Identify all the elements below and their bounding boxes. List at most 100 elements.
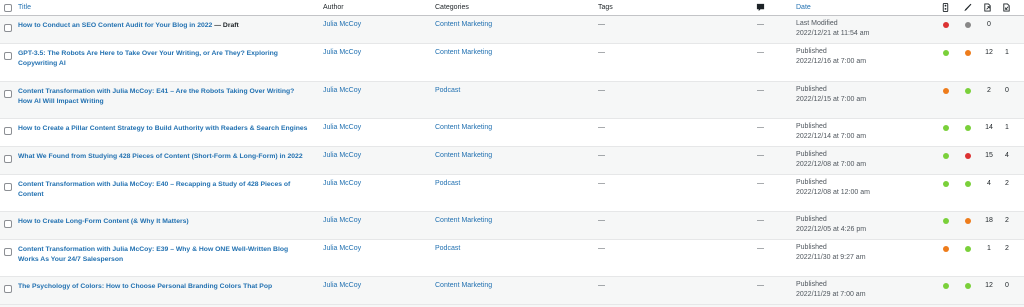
table-row: Content Transformation with Julia McCoy:… xyxy=(0,175,1024,212)
post-title-text[interactable]: GPT-3.5: The Robots Are Here to Take Ove… xyxy=(18,50,278,67)
post-author-link[interactable]: Julia McCoy xyxy=(323,124,361,131)
post-title-link[interactable]: Content Transformation with Julia McCoy:… xyxy=(18,245,308,265)
post-status: Published xyxy=(796,48,827,55)
row-checkbox[interactable] xyxy=(4,183,12,191)
readability-indicator xyxy=(965,88,971,94)
post-date-cell: Published 2022/12/05 at 4:26 pm xyxy=(796,215,866,235)
post-title-text[interactable]: The Psychology of Colors: How to Choose … xyxy=(18,283,272,290)
post-date-cell: Published 2022/12/16 at 7:00 am xyxy=(796,47,866,67)
post-category-link[interactable]: Content Marketing xyxy=(435,217,492,224)
post-title-cell: Content Transformation with Julia McCoy:… xyxy=(18,87,308,107)
post-title-text[interactable]: How to Conduct an SEO Content Audit for … xyxy=(18,22,212,29)
post-author-link[interactable]: Julia McCoy xyxy=(323,152,361,159)
row-checkbox[interactable] xyxy=(4,52,12,60)
readability-indicator xyxy=(965,246,971,252)
row-checkbox[interactable] xyxy=(4,285,12,293)
table-header: Title Author Categories Tags Date xyxy=(0,0,1024,16)
readability-icon[interactable] xyxy=(963,3,972,12)
post-date-cell: Published 2022/12/08 at 7:00 am xyxy=(796,150,866,170)
seo-score-indicator xyxy=(943,181,949,187)
post-title-text[interactable]: How to Create a Pillar Content Strategy … xyxy=(18,125,307,132)
title-column-header[interactable]: Title xyxy=(18,4,31,11)
tags-column-header: Tags xyxy=(598,4,613,11)
post-date: 2022/12/15 at 7:00 am xyxy=(796,96,867,103)
incoming-links-count: 2 xyxy=(1005,245,1009,252)
post-title-link[interactable]: What We Found from Studying 428 Pieces o… xyxy=(18,152,308,162)
post-category-link[interactable]: Podcast xyxy=(435,87,460,94)
post-category-link[interactable]: Content Marketing xyxy=(435,49,492,56)
post-date-cell: Published 2022/11/30 at 9:27 am xyxy=(796,243,866,263)
post-category-link[interactable]: Podcast xyxy=(435,245,460,252)
table-row: How to Create a Pillar Content Strategy … xyxy=(0,119,1024,147)
incoming-links-count: 0 xyxy=(1005,87,1009,94)
post-title-text[interactable]: Content Transformation with Julia McCoy:… xyxy=(18,181,290,198)
post-status: Published xyxy=(796,281,827,288)
post-date-cell: Published 2022/12/14 at 7:00 am xyxy=(796,122,866,142)
post-title-link[interactable]: Content Transformation with Julia McCoy:… xyxy=(18,180,308,200)
post-category-link[interactable]: Podcast xyxy=(435,180,460,187)
post-date: 2022/11/29 at 7:00 am xyxy=(796,291,866,298)
post-title-cell: GPT-3.5: The Robots Are Here to Take Ove… xyxy=(18,49,308,69)
post-title-text[interactable]: Content Transformation with Julia McCoy:… xyxy=(18,88,294,105)
outgoing-links-count: 18 xyxy=(985,217,993,224)
post-category-link[interactable]: Content Marketing xyxy=(435,152,492,159)
post-state-label: — Draft xyxy=(212,22,239,29)
post-title-link[interactable]: How to Create Long-Form Content (& Why I… xyxy=(18,217,308,227)
row-checkbox[interactable] xyxy=(4,155,12,163)
post-title-cell: How to Create Long-Form Content (& Why I… xyxy=(18,217,308,227)
post-title-cell: The Psychology of Colors: How to Choose … xyxy=(18,282,308,292)
incoming-links-icon[interactable] xyxy=(1002,3,1011,12)
row-checkbox[interactable] xyxy=(4,127,12,135)
table-row: The Psychology of Colors: How to Choose … xyxy=(0,277,1024,305)
post-title-text[interactable]: How to Create Long-Form Content (& Why I… xyxy=(18,218,189,225)
table-row: GPT-3.5: The Robots Are Here to Take Ove… xyxy=(0,44,1024,82)
select-all-checkbox[interactable] xyxy=(4,4,12,12)
seo-score-icon[interactable] xyxy=(941,3,950,12)
row-checkbox[interactable] xyxy=(4,220,12,228)
table-row: What We Found from Studying 428 Pieces o… xyxy=(0,147,1024,175)
post-author-link[interactable]: Julia McCoy xyxy=(323,282,361,289)
post-title-link[interactable]: How to Conduct an SEO Content Audit for … xyxy=(18,21,308,31)
outgoing-links-count: 0 xyxy=(987,21,991,28)
row-checkbox[interactable] xyxy=(4,248,12,256)
post-date: 2022/12/05 at 4:26 pm xyxy=(796,226,867,233)
table-row: How to Create Long-Form Content (& Why I… xyxy=(0,212,1024,240)
post-comments: — xyxy=(757,49,764,56)
post-author-link[interactable]: Julia McCoy xyxy=(323,180,361,187)
post-comments: — xyxy=(757,87,764,94)
post-date-cell: Last Modified 2022/12/21 at 11:54 am xyxy=(796,19,869,39)
post-category-link[interactable]: Content Marketing xyxy=(435,282,492,289)
outgoing-links-count: 14 xyxy=(985,124,993,131)
post-comments: — xyxy=(757,152,764,159)
incoming-links-count: 2 xyxy=(1005,180,1009,187)
post-title-link[interactable]: Content Transformation with Julia McCoy:… xyxy=(18,87,308,107)
date-column-header[interactable]: Date xyxy=(796,4,811,11)
post-title-link[interactable]: GPT-3.5: The Robots Are Here to Take Ove… xyxy=(18,49,308,69)
incoming-links-count: 1 xyxy=(1005,124,1009,131)
post-author-link[interactable]: Julia McCoy xyxy=(323,87,361,94)
post-title-link[interactable]: The Psychology of Colors: How to Choose … xyxy=(18,282,308,292)
seo-score-indicator xyxy=(943,246,949,252)
row-checkbox[interactable] xyxy=(4,90,12,98)
post-title-link[interactable]: How to Create a Pillar Content Strategy … xyxy=(18,124,308,134)
post-title-text[interactable]: Content Transformation with Julia McCoy:… xyxy=(18,246,288,263)
post-author-link[interactable]: Julia McCoy xyxy=(323,245,361,252)
post-status: Published xyxy=(796,179,827,186)
post-author-link[interactable]: Julia McCoy xyxy=(323,21,361,28)
post-tags: — xyxy=(598,49,605,56)
outgoing-links-count: 12 xyxy=(985,49,993,56)
post-title-text[interactable]: What We Found from Studying 428 Pieces o… xyxy=(18,153,303,160)
post-author-link[interactable]: Julia McCoy xyxy=(323,49,361,56)
post-category-link[interactable]: Content Marketing xyxy=(435,124,492,131)
post-date: 2022/12/08 at 12:00 am xyxy=(796,189,870,196)
row-checkbox[interactable] xyxy=(4,24,12,32)
incoming-links-count: 2 xyxy=(1005,217,1009,224)
post-status: Published xyxy=(796,216,827,223)
post-date: 2022/12/08 at 7:00 am xyxy=(796,161,867,168)
outgoing-links-icon[interactable] xyxy=(983,3,992,12)
post-category-link[interactable]: Content Marketing xyxy=(435,21,492,28)
post-author-link[interactable]: Julia McCoy xyxy=(323,217,361,224)
post-title-cell: How to Conduct an SEO Content Audit for … xyxy=(18,21,308,31)
post-tags: — xyxy=(598,180,605,187)
seo-score-indicator xyxy=(943,22,949,28)
